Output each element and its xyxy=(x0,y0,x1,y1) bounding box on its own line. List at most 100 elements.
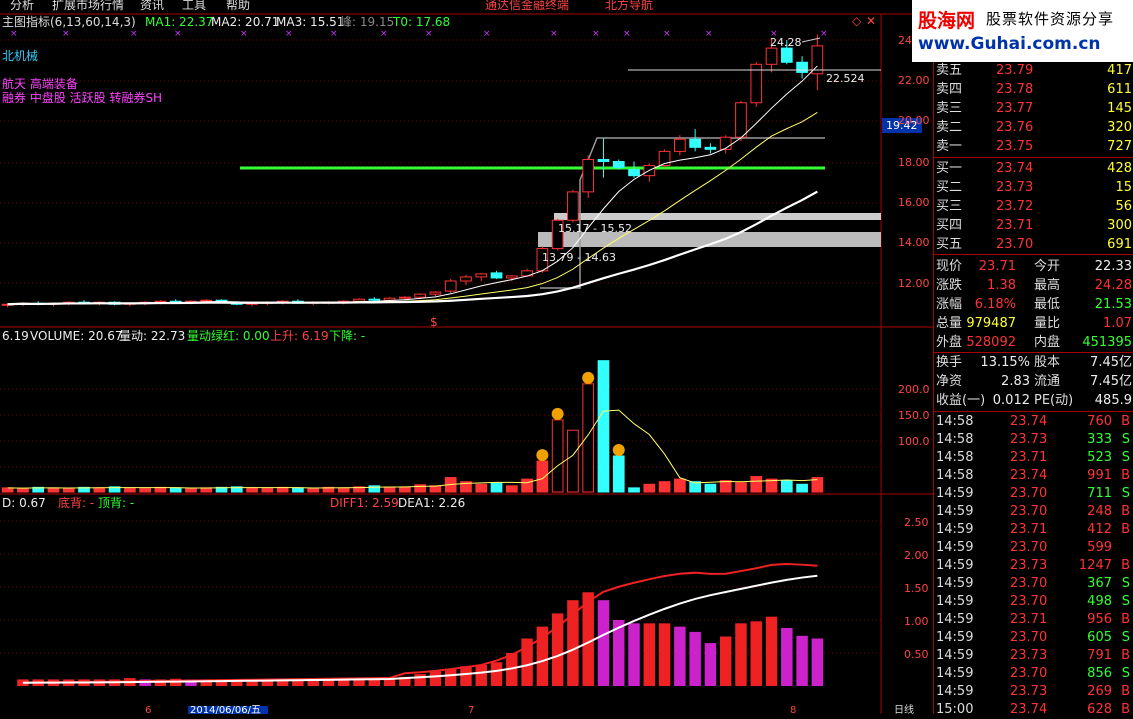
volume-bar xyxy=(383,486,396,493)
tick-side: S xyxy=(1121,594,1130,609)
close-icon[interactable]: ✕ xyxy=(866,14,876,28)
quote-label: 今开 xyxy=(1034,259,1061,274)
tick-row[interactable]: 15:00 23.74 628 B xyxy=(934,701,1133,719)
date-tick-cursor: 2014/06/06/五 xyxy=(190,705,261,714)
period-label[interactable]: 日线 xyxy=(894,703,914,714)
diff-value: DIFF1: 2.59 xyxy=(330,496,399,510)
quote-value: 22.33 xyxy=(1094,259,1132,274)
bid-price: 23.72 xyxy=(996,199,1034,214)
tick-row[interactable]: 14:59 23.70 367 S xyxy=(934,575,1133,593)
tick-row[interactable]: 14:58 23.71 523 S xyxy=(934,449,1133,467)
volume-bar xyxy=(62,487,75,493)
tick-row[interactable]: 14:59 23.70 599 xyxy=(934,539,1133,557)
main-indicator-label[interactable]: 主图指标(6,13,60,14,3) xyxy=(2,14,136,29)
event-marker-x: × xyxy=(592,29,600,39)
event-marker-x: × xyxy=(550,29,558,39)
tick-row[interactable]: 14:59 23.71 412 B xyxy=(934,521,1133,539)
tick-row[interactable]: 14:59 23.70 248 B xyxy=(934,503,1133,521)
dollar-marker: $ xyxy=(430,315,438,329)
tick-time: 14:59 xyxy=(936,558,974,573)
price-zones xyxy=(240,137,881,289)
macd-d-value[interactable]: D: 0.67 xyxy=(2,496,46,510)
quote-row: 现价 23.71 今开 22.33 xyxy=(934,258,1133,276)
high-annotation: 24.28 xyxy=(770,36,802,49)
tick-volume: 791 xyxy=(1087,648,1112,663)
volume-ma: 6.19 xyxy=(2,329,29,343)
bid-row[interactable]: 买二 23.73 15 xyxy=(934,179,1133,197)
event-marker-x: × xyxy=(285,29,293,39)
tick-side: S xyxy=(1121,666,1130,681)
box1-annotation: 15.17 - 15.52 xyxy=(558,222,632,235)
tick-row[interactable]: 14:59 23.70 856 S xyxy=(934,665,1133,683)
tick-side: S xyxy=(1121,630,1130,645)
macd-bar xyxy=(597,600,610,686)
tick-row[interactable]: 14:59 23.70 711 S xyxy=(934,485,1133,503)
tick-side: B xyxy=(1121,414,1130,429)
ask-row[interactable]: 卖一 23.75 727 xyxy=(934,138,1133,156)
macd-bar xyxy=(674,626,686,686)
tick-row[interactable]: 14:58 23.73 333 S xyxy=(934,431,1133,449)
tick-row[interactable]: 14:58 23.74 760 B xyxy=(934,413,1133,431)
candle-up xyxy=(674,138,686,152)
price-tick: 22.00 xyxy=(898,74,930,87)
fund-label: 收益(一) xyxy=(936,393,986,408)
macd-bar xyxy=(750,621,762,686)
volume-bar xyxy=(124,487,136,493)
tick-row[interactable]: 14:59 23.73 791 B xyxy=(934,647,1133,665)
candle-up xyxy=(567,191,579,221)
quote-value: 6.18% xyxy=(974,297,1016,312)
candle-up xyxy=(200,299,213,302)
volume-bar xyxy=(735,482,747,493)
quote-value: 528092 xyxy=(966,335,1016,350)
volume-bar xyxy=(628,487,640,493)
menu-analysis[interactable]: 分析 xyxy=(10,0,34,12)
macd-bar xyxy=(658,623,671,686)
tick-time: 15:00 xyxy=(936,702,974,717)
tick-row[interactable]: 14:59 23.73 1247 B xyxy=(934,557,1133,575)
tick-side: B xyxy=(1121,504,1130,519)
bid-volume: 56 xyxy=(1115,199,1132,214)
tick-row[interactable]: 14:59 23.73 269 B xyxy=(934,683,1133,701)
menu-help[interactable]: 帮助 xyxy=(226,0,250,12)
tick-row[interactable]: 14:59 23.70 605 S xyxy=(934,629,1133,647)
quote-label: 总量 xyxy=(936,316,963,331)
ask-label: 卖四 xyxy=(936,82,963,97)
event-marker-x: × xyxy=(705,29,713,39)
logo-url: www.Guhai.com.cn xyxy=(918,34,1101,54)
tick-row[interactable]: 14:59 23.70 498 S xyxy=(934,593,1133,611)
tick-price: 23.71 xyxy=(1010,450,1048,465)
ask-row[interactable]: 卖三 23.77 145 xyxy=(934,100,1133,118)
tick-row[interactable]: 14:59 23.71 956 B xyxy=(934,611,1133,629)
bid-row[interactable]: 买五 23.70 691 xyxy=(934,236,1133,254)
ask-price: 23.75 xyxy=(996,139,1034,154)
quote-row: 涨幅 6.18% 最低 21.53 xyxy=(934,296,1133,314)
volume-value[interactable]: VOLUME: 20.67 xyxy=(30,329,122,343)
kline-chart-area[interactable]: 分析 扩展市场行情 资讯 工具 帮助 通达信金融终端 北方导航 ◇ ✕ 主图指标… xyxy=(0,0,933,714)
menu-news[interactable]: 资讯 xyxy=(140,0,164,12)
tick-volume: 248 xyxy=(1087,504,1112,519)
event-marker-x: × xyxy=(240,29,248,39)
bid-volume: 15 xyxy=(1115,180,1132,195)
ask-row[interactable]: 卖四 23.78 611 xyxy=(934,81,1133,99)
bid-volume: 691 xyxy=(1107,237,1132,252)
ask-volume: 417 xyxy=(1107,63,1132,78)
fund-label: 净资 xyxy=(936,374,963,389)
tick-row[interactable]: 14:58 23.74 991 B xyxy=(934,467,1133,485)
ask-row[interactable]: 卖二 23.76 320 xyxy=(934,119,1133,137)
macd-axis: 2.50 2.00 1.50 1.00 0.50 xyxy=(904,516,929,661)
bid-price: 23.70 xyxy=(996,237,1034,252)
bid-row[interactable]: 买四 23.71 300 xyxy=(934,217,1133,235)
volume-bar xyxy=(429,485,442,493)
peak-value: 峰: 19.15 xyxy=(340,15,394,29)
quote-label: 外盘 xyxy=(936,335,963,350)
candle-up xyxy=(475,273,488,278)
diamond-icon[interactable]: ◇ xyxy=(852,14,862,28)
ask-row[interactable]: 卖五 23.79 417 xyxy=(934,62,1133,80)
bid-row[interactable]: 买一 23.74 428 xyxy=(934,160,1133,178)
tick-price: 23.73 xyxy=(1010,558,1048,573)
bid-row[interactable]: 买三 23.72 56 xyxy=(934,198,1133,216)
menu-ext-market[interactable]: 扩展市场行情 xyxy=(52,0,124,12)
menu-tools[interactable]: 工具 xyxy=(182,0,206,12)
tick-price: 23.70 xyxy=(1010,594,1048,609)
quote-label: 现价 xyxy=(936,259,963,274)
